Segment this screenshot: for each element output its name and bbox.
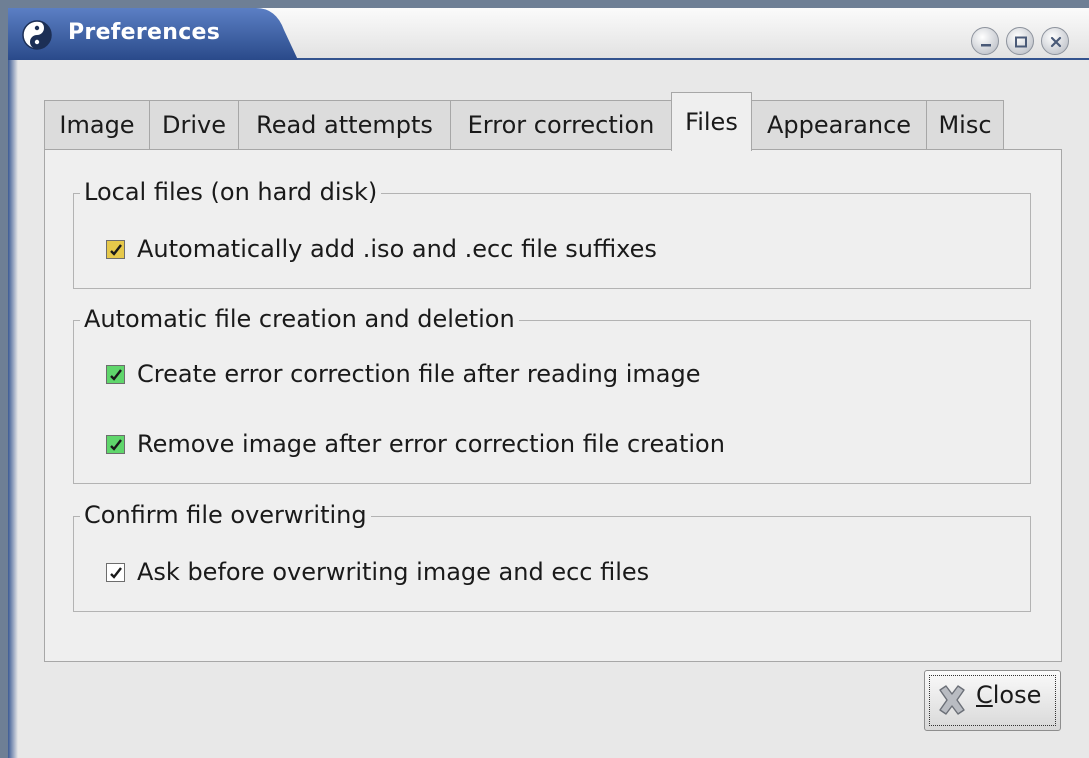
title-bar[interactable]: Preferences bbox=[8, 8, 1089, 60]
create-ecc-option[interactable]: Create error correction file after readi… bbox=[106, 359, 700, 389]
ask-before-checkbox[interactable] bbox=[106, 562, 125, 582]
tab-drive[interactable]: Drive bbox=[149, 100, 239, 150]
local-files-frame: Local files (on hard disk) Automatically… bbox=[73, 176, 1031, 289]
minimize-button[interactable] bbox=[971, 27, 999, 55]
auto-creation-frame: Automatic file creation and deletion Cre… bbox=[73, 303, 1031, 484]
auto-creation-title: Automatic file creation and deletion bbox=[80, 303, 519, 335]
title-tab: Preferences bbox=[8, 8, 298, 60]
ask-before-label: Ask before overwriting image and ecc fil… bbox=[137, 558, 650, 586]
minimize-icon bbox=[981, 44, 991, 47]
close-icon bbox=[1050, 36, 1062, 48]
remove-image-option[interactable]: Remove image after error correction file… bbox=[106, 429, 725, 459]
create-ecc-label: Create error correction file after readi… bbox=[137, 360, 701, 388]
tab-read-attempts[interactable]: Read attempts bbox=[238, 100, 451, 150]
remove-image-checkbox[interactable] bbox=[106, 434, 125, 454]
ask-before-option[interactable]: Ask before overwriting image and ecc fil… bbox=[106, 557, 649, 587]
preferences-window: Preferences Image Drive Read attempts Er… bbox=[8, 8, 1089, 758]
tab-error-correction[interactable]: Error correction bbox=[450, 100, 672, 150]
auto-suffix-option[interactable]: Automatically add .iso and .ecc file suf… bbox=[106, 234, 657, 264]
files-page: Local files (on hard disk) Automatically… bbox=[44, 149, 1062, 662]
close-x-icon bbox=[935, 683, 969, 721]
close-button-label: Close bbox=[976, 681, 1041, 709]
close-label-rest: lose bbox=[992, 681, 1042, 709]
close-window-button[interactable] bbox=[1041, 27, 1069, 55]
app-logo-icon bbox=[22, 20, 52, 50]
close-mnemonic: C bbox=[976, 681, 993, 709]
checkmark-icon bbox=[110, 566, 122, 579]
auto-suffix-label: Automatically add .iso and .ecc file suf… bbox=[137, 235, 657, 263]
maximize-button[interactable] bbox=[1006, 27, 1034, 55]
maximize-icon bbox=[1015, 36, 1027, 48]
window-border bbox=[8, 60, 18, 758]
tab-image[interactable]: Image bbox=[44, 100, 150, 150]
preferences-notebook: Image Drive Read attempts Error correcti… bbox=[44, 92, 1062, 662]
remove-image-label: Remove image after error correction file… bbox=[137, 430, 725, 458]
auto-suffix-checkbox[interactable] bbox=[106, 239, 125, 259]
confirm-overwrite-frame: Confirm file overwriting Ask before over… bbox=[73, 499, 1031, 612]
tab-bar: Image Drive Read attempts Error correcti… bbox=[44, 92, 1062, 151]
checkmark-icon bbox=[110, 368, 122, 381]
tab-appearance[interactable]: Appearance bbox=[751, 100, 927, 150]
window-title: Preferences bbox=[68, 20, 221, 45]
checkmark-icon bbox=[110, 438, 122, 451]
close-button[interactable]: Close bbox=[924, 670, 1061, 731]
create-ecc-checkbox[interactable] bbox=[106, 364, 125, 384]
local-files-title: Local files (on hard disk) bbox=[80, 176, 382, 208]
tab-misc[interactable]: Misc bbox=[926, 100, 1004, 150]
checkmark-icon bbox=[110, 243, 122, 256]
confirm-overwrite-title: Confirm file overwriting bbox=[80, 499, 371, 531]
tab-files[interactable]: Files bbox=[671, 92, 752, 151]
